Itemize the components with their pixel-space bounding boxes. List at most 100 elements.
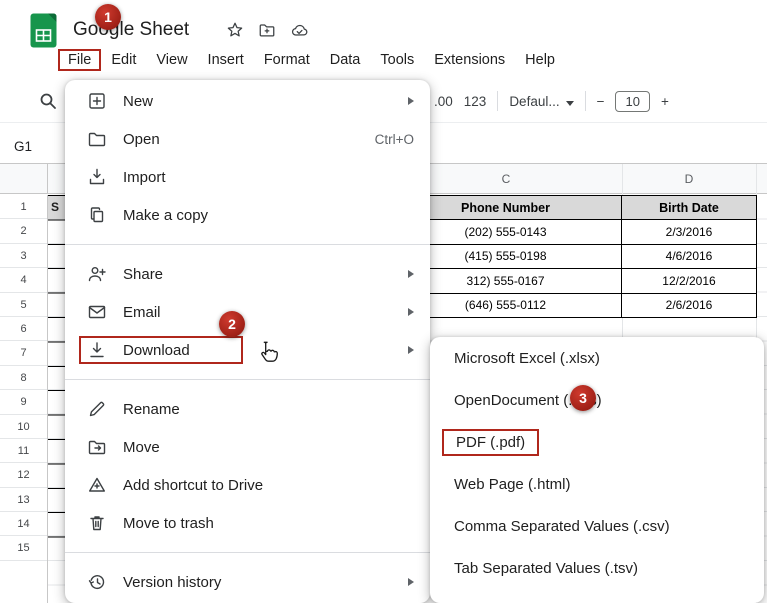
hand-cursor-icon xyxy=(254,339,280,370)
shortcut-label: Ctrl+O xyxy=(375,132,414,147)
submenu-arrow-icon xyxy=(408,346,414,354)
submenu-item-xlsx[interactable]: Microsoft Excel (.xlsx) xyxy=(430,337,764,379)
chevron-down-icon xyxy=(566,101,574,106)
submenu-item-ods[interactable]: OpenDocument (.ods) xyxy=(430,379,764,421)
menu-format[interactable]: Format xyxy=(254,49,320,71)
row-header[interactable]: 12 xyxy=(0,463,47,487)
row-header-column: 1 2 3 4 5 6 7 8 9 10 11 12 13 14 15 xyxy=(0,195,48,603)
table-row: (646) 555-0112 2/6/2016 xyxy=(390,294,757,318)
submenu-arrow-icon xyxy=(408,270,414,278)
file-menu-item-move-to-trash[interactable]: Move to trash xyxy=(65,504,430,542)
toolbar: .00 123 Defaul... − 10 + xyxy=(434,88,669,114)
submenu-arrow-icon xyxy=(408,578,414,586)
submenu-arrow-icon xyxy=(408,97,414,105)
row-header[interactable]: 6 xyxy=(0,317,47,341)
menu-separator xyxy=(65,552,430,553)
increase-font-size-button[interactable]: + xyxy=(661,94,669,109)
toolbar-divider xyxy=(497,91,498,111)
submenu-item-tsv[interactable]: Tab Separated Values (.tsv) xyxy=(430,547,764,589)
number-format-button[interactable]: 123 xyxy=(464,94,487,109)
menu-separator xyxy=(65,244,430,245)
cell-d4[interactable]: 12/2/2016 xyxy=(622,269,757,293)
increase-decimal-button[interactable]: .00 xyxy=(434,94,453,109)
copy-icon xyxy=(87,205,107,225)
table-row: (415) 555-0198 4/6/2016 xyxy=(390,245,757,269)
move-to-folder-icon[interactable] xyxy=(258,21,276,44)
row-header[interactable]: 3 xyxy=(0,244,47,268)
row-header[interactable]: 7 xyxy=(0,341,47,365)
file-menu-item-make-a-copy[interactable]: Make a copy xyxy=(65,196,430,234)
menu-view[interactable]: View xyxy=(146,49,197,71)
row-header[interactable]: 2 xyxy=(0,219,47,243)
menu-help[interactable]: Help xyxy=(515,49,565,71)
submenu-item-csv[interactable]: Comma Separated Values (.csv) xyxy=(430,505,764,547)
file-menu: New Open Ctrl+O Import Make a copy Share… xyxy=(65,80,430,603)
menu-data[interactable]: Data xyxy=(320,49,371,71)
file-menu-item-move[interactable]: Move xyxy=(65,428,430,466)
row-header[interactable]: 8 xyxy=(0,366,47,390)
row-header[interactable]: 11 xyxy=(0,439,47,463)
menu-bar: File Edit View Insert Format Data Tools … xyxy=(58,46,565,73)
file-menu-item-rename[interactable]: Rename xyxy=(65,390,430,428)
data-table: Phone Number Birth Date (202) 555-0143 2… xyxy=(390,195,757,318)
move-folder-icon xyxy=(87,437,107,457)
menu-separator xyxy=(65,379,430,380)
file-menu-item-share[interactable]: Share xyxy=(65,255,430,293)
file-menu-item-email[interactable]: Email xyxy=(65,293,430,331)
row-header[interactable]: 15 xyxy=(0,536,47,560)
row-header[interactable]: 14 xyxy=(0,512,47,536)
open-folder-icon xyxy=(87,129,107,149)
file-menu-item-add-shortcut-to-drive[interactable]: Add shortcut to Drive xyxy=(65,466,430,504)
font-selector[interactable]: Defaul... xyxy=(509,94,573,109)
table-row: (202) 555-0143 2/3/2016 xyxy=(390,220,757,244)
row-header[interactable]: 13 xyxy=(0,488,47,512)
column-a-sliver xyxy=(48,195,65,561)
trash-icon xyxy=(87,513,107,533)
menu-file[interactable]: File xyxy=(58,49,101,71)
submenu-item-pdf[interactable]: PDF (.pdf) xyxy=(430,421,764,463)
row-header[interactable]: 1 xyxy=(0,195,47,219)
version-history-icon xyxy=(87,572,107,592)
file-menu-item-version-history[interactable]: Version history xyxy=(65,563,430,601)
row-header[interactable]: 10 xyxy=(0,415,47,439)
add-shortcut-to-drive-icon xyxy=(87,475,107,495)
toolbar-divider xyxy=(585,91,586,111)
menu-edit[interactable]: Edit xyxy=(101,49,146,71)
pdf-highlight-box: PDF (.pdf) xyxy=(442,429,539,456)
cloud-status-icon[interactable] xyxy=(290,21,309,44)
new-document-icon xyxy=(87,91,107,111)
menu-tools[interactable]: Tools xyxy=(370,49,424,71)
document-title[interactable]: Google Sheet xyxy=(73,19,189,41)
import-icon xyxy=(87,167,107,187)
download-icon xyxy=(87,340,107,360)
grid-corner[interactable] xyxy=(0,164,48,194)
rename-pencil-icon xyxy=(87,399,107,419)
file-menu-item-download[interactable]: Download xyxy=(65,331,430,369)
star-icon[interactable] xyxy=(226,21,244,44)
font-size-input[interactable]: 10 xyxy=(615,91,649,112)
row-header[interactable]: 9 xyxy=(0,390,47,414)
share-icon xyxy=(87,264,107,284)
download-submenu: Microsoft Excel (.xlsx) OpenDocument (.o… xyxy=(430,337,764,603)
cell-d1[interactable]: Birth Date xyxy=(622,196,757,220)
table-row: 312) 555-0167 12/2/2016 xyxy=(390,269,757,293)
file-menu-item-open[interactable]: Open Ctrl+O xyxy=(65,120,430,158)
sheets-logo[interactable] xyxy=(30,13,57,53)
submenu-arrow-icon xyxy=(408,308,414,316)
menu-extensions[interactable]: Extensions xyxy=(424,49,515,71)
submenu-item-html[interactable]: Web Page (.html) xyxy=(430,463,764,505)
cell-a1-partial[interactable]: S xyxy=(48,196,65,219)
decrease-font-size-button[interactable]: − xyxy=(597,94,605,109)
row-header[interactable]: 5 xyxy=(0,293,47,317)
download-highlight-box: Download xyxy=(79,336,243,364)
cell-d5[interactable]: 2/6/2016 xyxy=(622,294,757,318)
cell-d3[interactable]: 4/6/2016 xyxy=(622,245,757,269)
menu-insert[interactable]: Insert xyxy=(198,49,254,71)
file-menu-item-new[interactable]: New xyxy=(65,82,430,120)
column-header-d[interactable]: D xyxy=(622,164,756,194)
row-header[interactable]: 4 xyxy=(0,268,47,292)
search-icon[interactable] xyxy=(38,91,58,116)
name-box[interactable]: G1 xyxy=(14,139,32,154)
cell-d2[interactable]: 2/3/2016 xyxy=(622,220,757,244)
file-menu-item-import[interactable]: Import xyxy=(65,158,430,196)
